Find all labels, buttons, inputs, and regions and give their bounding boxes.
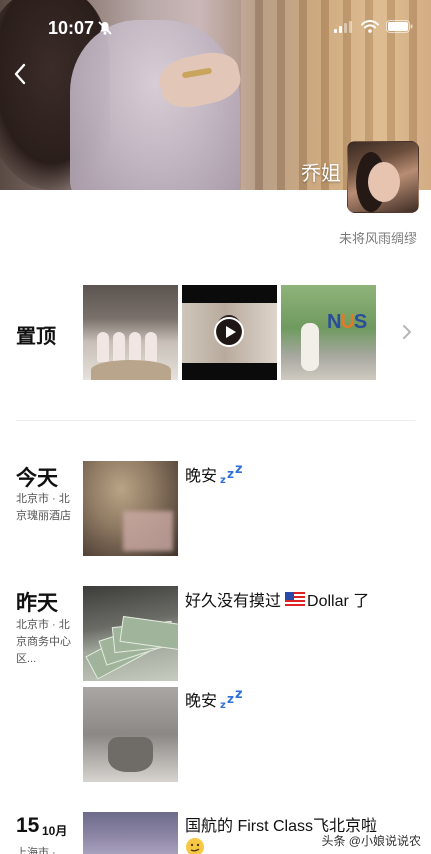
pinned-thumbnail[interactable]: NUS [281, 285, 376, 380]
zzz-icon: z z z [220, 689, 243, 709]
avatar[interactable] [347, 141, 419, 213]
svg-text:z: z [220, 700, 226, 709]
date-month: 10月 [42, 824, 68, 838]
post-text[interactable]: 晚安 z z z [185, 462, 246, 486]
play-icon[interactable] [213, 316, 245, 348]
date-day: 15 [16, 814, 40, 837]
us-flag-icon [285, 592, 306, 606]
post-caption-end: Dollar 了 [307, 593, 370, 610]
day-label: 今天 [16, 467, 58, 490]
post-photo[interactable] [83, 687, 178, 782]
pinned-video-thumbnail[interactable] [182, 285, 277, 380]
status-time: 10:07 [48, 18, 95, 38]
pinned-label: 置顶 [16, 326, 56, 348]
post-photo[interactable] [83, 586, 178, 681]
post-caption: 晚安 [185, 693, 218, 710]
wifi-icon [361, 20, 379, 33]
cover-figure [70, 20, 240, 190]
post-text[interactable]: 晚安 z z z [185, 687, 246, 711]
pinned-thumbnail[interactable] [83, 285, 178, 380]
post-caption-start: 好久没有摸过 [185, 593, 282, 610]
post-location[interactable]: 北京市 · 北京瑰丽酒店 [16, 491, 76, 525]
post-caption: 晚安 [185, 468, 218, 485]
bell-off-icon [98, 21, 112, 35]
section-divider [16, 420, 415, 421]
battery-icon [386, 20, 413, 33]
post-location[interactable]: 北京市 · 北京商务中心区... [16, 617, 76, 668]
post-photo[interactable] [83, 461, 178, 556]
svg-text:z: z [235, 689, 243, 702]
sign-graphic: NUS [327, 311, 367, 333]
svg-text:z: z [220, 475, 226, 484]
chevron-right-icon[interactable] [400, 321, 414, 343]
status-indicators [334, 20, 413, 33]
zzz-icon: z z z [220, 464, 243, 484]
back-icon[interactable] [10, 62, 30, 86]
svg-text:z: z [227, 692, 234, 706]
watermark: 头条 @小娘说说农 [319, 832, 423, 849]
post-photo[interactable] [83, 812, 178, 854]
post-location[interactable]: 上海市 · [16, 844, 56, 854]
svg-text:z: z [235, 464, 243, 477]
post-text[interactable]: 好久没有摸过 Dollar 了 [185, 587, 369, 611]
profile-signature: 未将风雨绸缪 [338, 231, 417, 246]
svg-text:z: z [227, 467, 234, 481]
signal-icon [334, 20, 352, 33]
profile-name: 乔姐 [301, 163, 341, 185]
smirk-emoji-icon [186, 838, 204, 854]
day-label: 昨天 [16, 592, 58, 615]
